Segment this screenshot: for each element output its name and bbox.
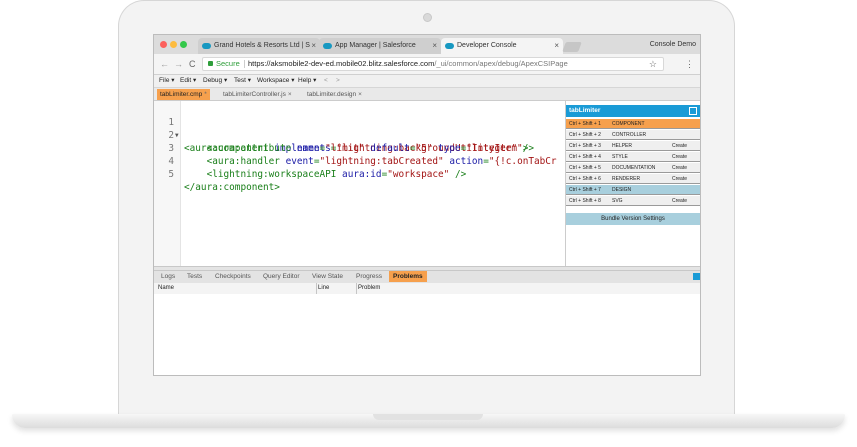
tab-query-editor[interactable]: Query Editor [259, 271, 304, 282]
code-line: 2 <aura:attribute name="limit" default="… [154, 116, 534, 154]
reload-button[interactable]: C [189, 58, 196, 70]
code-text: </aura:component> [184, 182, 280, 193]
new-tab-button[interactable] [562, 42, 582, 52]
menu-help[interactable]: Help ▾ [298, 75, 316, 87]
laptop-notch [373, 414, 483, 420]
code-line: 1 ▼ <aura:component implements="lightnin… [154, 103, 528, 154]
browser-tab-developer-console[interactable]: Developer Console × [441, 38, 563, 54]
browser-window: Grand Hotels & Resorts Ltd | S × App Man… [153, 34, 701, 376]
camera-icon [423, 13, 432, 22]
browser-tab-label: Grand Hotels & Resorts Ltd | S [214, 42, 310, 49]
url-input[interactable]: Secure https://aksmobile2-dev-ed.mobile0… [202, 57, 664, 71]
tab-view-state[interactable]: View State [308, 271, 347, 282]
tab-logs[interactable]: Logs [157, 271, 179, 282]
close-icon[interactable]: × [288, 91, 292, 98]
tab-problems[interactable]: Problems [389, 271, 427, 282]
create-link[interactable]: Create [672, 141, 687, 151]
file-tab-label: tabLimiter.cmp [160, 91, 203, 98]
url-path: /_ui/common/apex/debug/ApexCSIPage [434, 59, 568, 68]
file-tab-cmp[interactable]: tabLimiter.cmp * [157, 89, 210, 100]
file-tab-label: tabLimiter.design [307, 91, 357, 98]
bundle-title: tabLimiter [566, 105, 700, 117]
close-tab-icon[interactable]: × [432, 38, 437, 54]
back-button[interactable]: ← [160, 58, 169, 70]
history-forward-button[interactable]: > [336, 75, 340, 87]
menu-debug[interactable]: Debug ▾ [203, 75, 227, 87]
code-text: <lightning:workspaceAPI aura:id="workspa… [184, 169, 467, 180]
history-back-button[interactable]: < [324, 75, 328, 87]
expand-panel-icon[interactable] [693, 273, 700, 280]
code-editor[interactable]: 1 ▼ <aura:component implements="lightnin… [154, 101, 566, 266]
bookmark-star-icon[interactable]: ☆ [649, 58, 657, 70]
menu-file[interactable]: File ▾ [159, 75, 175, 87]
browser-tab-app-manager[interactable]: App Manager | Salesforce × [319, 38, 441, 54]
url-text: https://aksmobile2-dev-ed.mobile02.blitz… [248, 58, 568, 70]
browser-profile[interactable]: Console Demo [650, 35, 696, 54]
omnibox-divider [244, 60, 245, 68]
menu-workspace[interactable]: Workspace ▾ [257, 75, 294, 87]
column-line[interactable]: Line [314, 283, 357, 294]
secure-label: Secure [216, 59, 240, 68]
close-window-icon[interactable] [160, 41, 167, 48]
line-number: 5 [168, 169, 174, 180]
column-problem[interactable]: Problem [354, 283, 380, 294]
bundle-row-component[interactable]: Ctrl + Shift + 1 COMPONENT [566, 119, 700, 129]
close-tab-icon[interactable]: × [554, 38, 559, 54]
bundle-row-style[interactable]: Ctrl + Shift + 4 STYLE Create [566, 152, 700, 162]
console-menubar: File ▾ Edit ▾ Debug ▾ Test ▾ Workspace ▾… [154, 75, 700, 88]
lock-icon [208, 61, 213, 66]
code-text: <aura:handler event="lightning:tabCreate… [184, 156, 557, 167]
code-text: <aura:attribute name="limit" default="5"… [184, 143, 535, 154]
maximize-window-icon[interactable] [180, 41, 187, 48]
collapse-icon[interactable] [689, 107, 697, 115]
bundle-version-settings-button[interactable]: Bundle Version Settings [566, 213, 700, 225]
browser-menu-icon[interactable]: ⋮ [685, 58, 694, 70]
code-line: 5 </aura:component> [154, 155, 280, 193]
file-tab-controller[interactable]: tabLimiterController.js × [220, 89, 295, 100]
close-icon[interactable]: × [358, 91, 362, 98]
minimize-window-icon[interactable] [170, 41, 177, 48]
bundle-title-text: tabLimiter [569, 107, 601, 114]
salesforce-cloud-icon [202, 43, 211, 49]
menu-edit[interactable]: Edit ▾ [180, 75, 196, 87]
browser-tab-grand-hotels[interactable]: Grand Hotels & Resorts Ltd | S × [198, 38, 320, 54]
close-tab-icon[interactable]: × [311, 38, 316, 54]
code-line: 3 <aura:handler event="lightning:tabCrea… [154, 129, 556, 167]
create-link[interactable]: Create [672, 152, 687, 162]
salesforce-cloud-icon [445, 43, 454, 49]
code-line: 4 <lightning:workspaceAPI aura:id="works… [154, 142, 466, 180]
menu-test[interactable]: Test ▾ [234, 75, 251, 87]
file-tab-label: tabLimiterController.js [223, 91, 286, 98]
create-link[interactable]: Create [672, 196, 687, 206]
bundle-row-documentation[interactable]: Ctrl + Shift + 5 DOCUMENTATION Create [566, 163, 700, 173]
create-link[interactable]: Create [672, 174, 687, 184]
url-host: https://aksmobile2-dev-ed.mobile02.blitz… [248, 59, 435, 68]
bundle-sidebar: tabLimiter Ctrl + Shift + 1 COMPONENT Ctr… [566, 105, 700, 265]
salesforce-cloud-icon [323, 43, 332, 49]
close-icon[interactable]: * [204, 91, 207, 98]
browser-tab-label: Developer Console [457, 42, 517, 49]
bundle-row-design[interactable]: Ctrl + Shift + 7 DESIGN [566, 185, 700, 195]
create-link[interactable]: Create [672, 163, 687, 173]
address-toolbar: ← → C Secure https://aksmobile2-dev-ed.m… [154, 54, 700, 75]
bundle-row-renderer[interactable]: Ctrl + Shift + 6 RENDERER Create [566, 174, 700, 184]
browser-tab-label: App Manager | Salesforce [335, 42, 416, 49]
bundle-row-svg[interactable]: Ctrl + Shift + 8 SVG Create [566, 196, 700, 206]
file-tab-design[interactable]: tabLimiter.design × [304, 89, 365, 100]
bundle-row-helper[interactable]: Ctrl + Shift + 3 HELPER Create [566, 141, 700, 151]
tab-tests[interactable]: Tests [183, 271, 206, 282]
problems-grid-body [154, 294, 700, 375]
column-name[interactable]: Name [154, 283, 317, 294]
forward-button[interactable]: → [174, 58, 183, 70]
tab-checkpoints[interactable]: Checkpoints [211, 271, 255, 282]
file-tabs: tabLimiter.cmp * tabLimiterController.js ×… [154, 88, 700, 101]
browser-tab-strip: Grand Hotels & Resorts Ltd | S × App Man… [154, 35, 700, 54]
tab-progress[interactable]: Progress [352, 271, 386, 282]
bundle-row-controller[interactable]: Ctrl + Shift + 2 CONTROLLER [566, 130, 700, 140]
